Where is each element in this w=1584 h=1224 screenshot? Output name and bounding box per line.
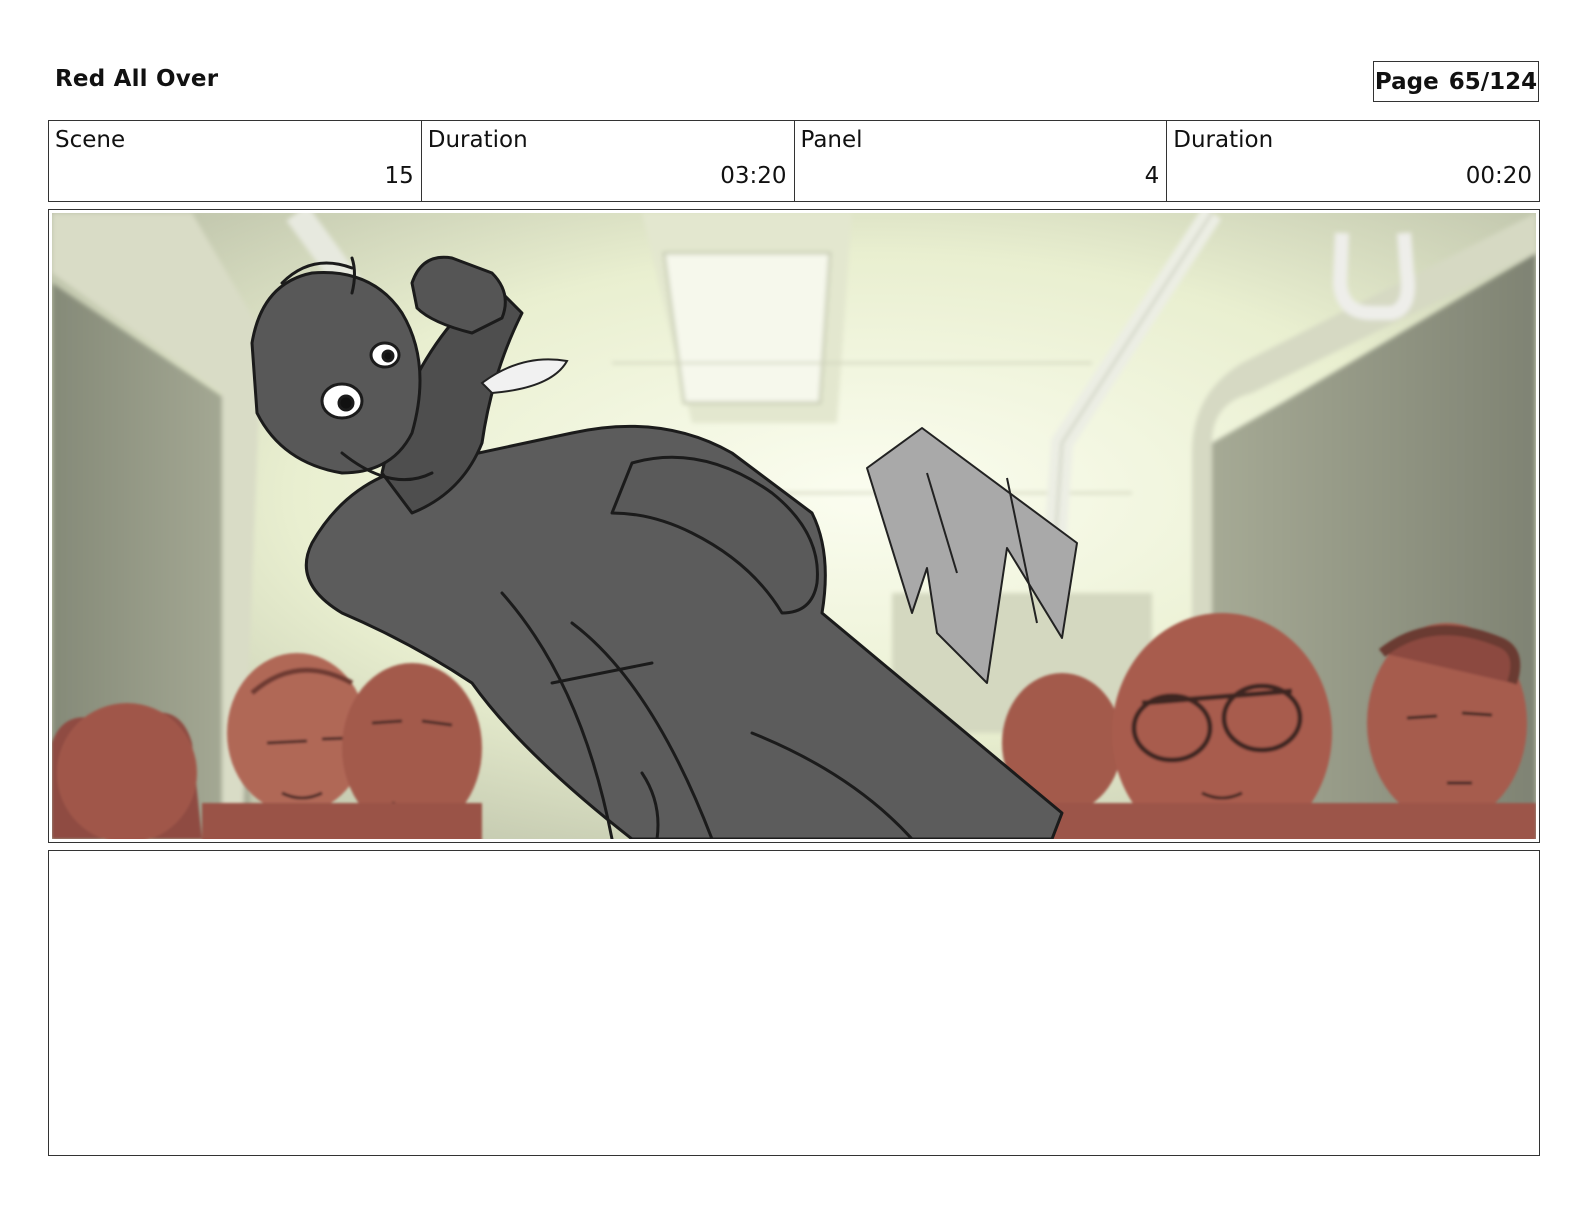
page-label: Page: [1374, 68, 1439, 95]
panel-label: Panel: [800, 127, 863, 153]
scene-duration-value: 03:20: [720, 163, 787, 189]
storyboard-title: Red All Over: [55, 66, 219, 92]
scene-duration-cell: Duration 03:20: [422, 121, 795, 201]
panel-duration-value: 00:20: [1465, 163, 1532, 189]
storyboard-panel-frame: [48, 209, 1540, 843]
scene-duration-label: Duration: [427, 127, 528, 153]
panel-number: 4: [1144, 163, 1160, 189]
storyboard-panel-image: [52, 213, 1536, 839]
panel-cell: Panel 4: [795, 121, 1168, 201]
page-number: 65/124: [1448, 68, 1538, 95]
scene-info-table: Scene 15 Duration 03:20 Panel 4 Duration…: [48, 120, 1540, 202]
scene-label: Scene: [55, 127, 126, 153]
panel-duration-cell: Duration 00:20: [1167, 121, 1539, 201]
scene-number: 15: [384, 163, 414, 189]
page-indicator: Page 65/124: [1373, 61, 1539, 102]
scene-cell: Scene 15: [49, 121, 422, 201]
panel-duration-label: Duration: [1173, 127, 1274, 153]
panel-notes-box: [48, 850, 1540, 1156]
